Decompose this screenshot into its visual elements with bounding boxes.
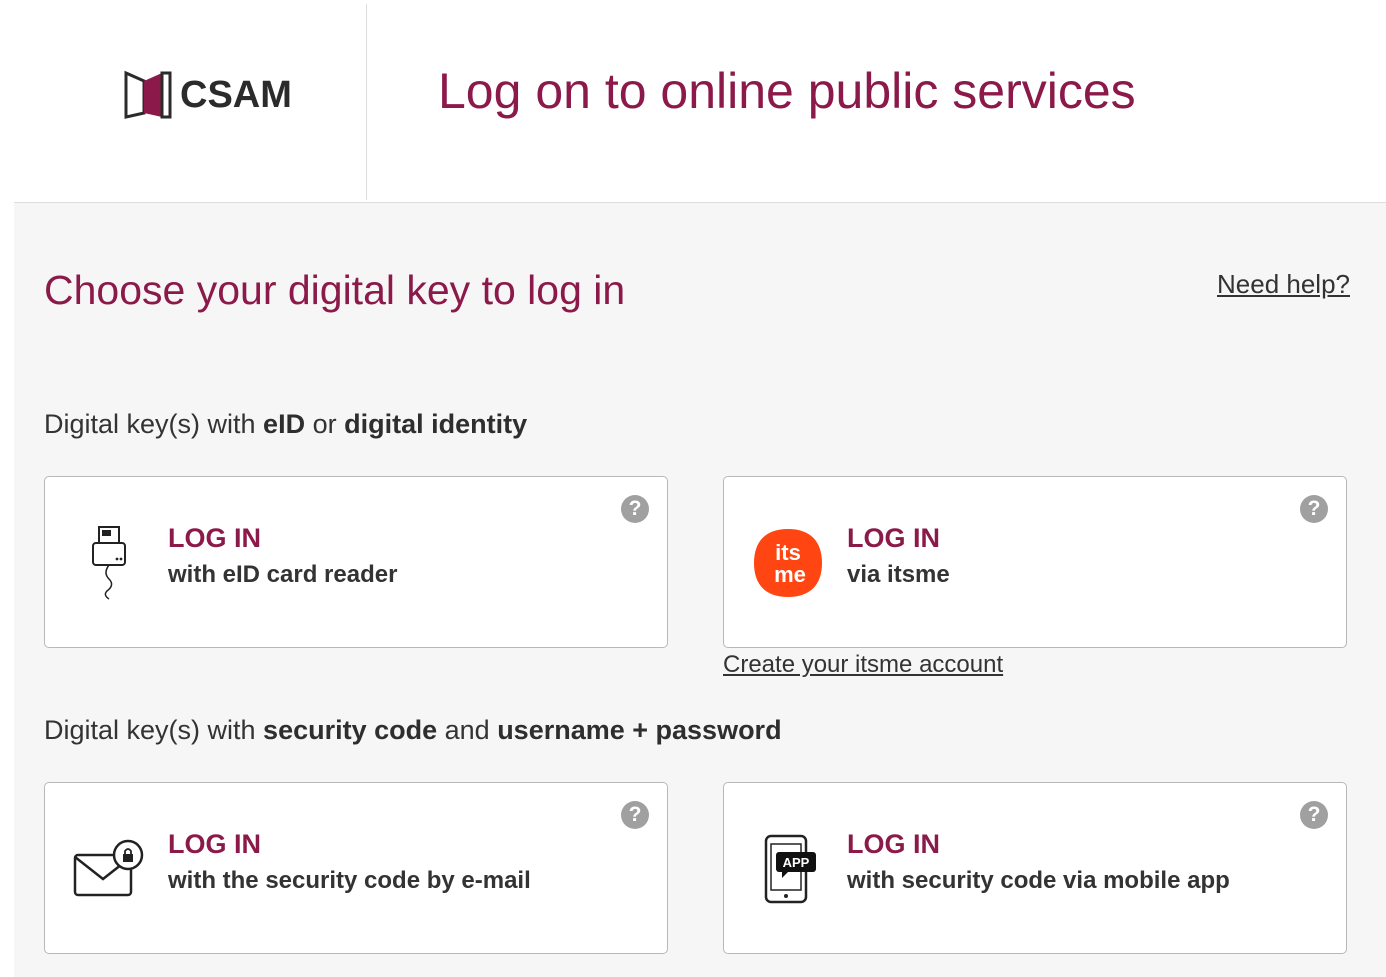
login-title: LOG IN <box>168 523 261 553</box>
help-icon[interactable]: ? <box>1300 495 1328 523</box>
section-label-bold: username + password <box>497 715 782 745</box>
eid-card-reader-icon <box>69 521 149 605</box>
section-label-text: or <box>305 409 345 439</box>
page-title: Log on to online public services <box>438 63 1136 119</box>
login-subtitle: with eID card reader <box>168 561 398 588</box>
login-subtitle: with the security code by e-mail <box>168 867 531 894</box>
login-mobile-app-card[interactable]: APP LOG IN with security code via mobile… <box>723 782 1347 954</box>
help-icon[interactable]: ? <box>621 495 649 523</box>
logo-text: CSAM <box>180 73 292 116</box>
main-content: Choose your digital key to log in Need h… <box>14 203 1386 977</box>
mobile-app-icon: APP <box>748 827 828 911</box>
app-badge-text: APP <box>783 855 810 870</box>
choose-key-heading: Choose your digital key to log in <box>44 267 626 313</box>
login-eid-card[interactable]: LOG IN with eID card reader ? <box>44 476 668 648</box>
help-icon[interactable]: ? <box>1300 801 1328 829</box>
section-label-text: Digital key(s) with <box>44 715 264 745</box>
email-lock-icon <box>69 827 149 911</box>
section-label-bold: eID <box>263 409 306 439</box>
csam-logo[interactable]: CSAM <box>122 70 292 120</box>
section-label-text: and <box>437 715 498 745</box>
login-subtitle: with security code via mobile app <box>847 867 1230 894</box>
csam-logo-icon <box>124 70 172 119</box>
login-itsme-card[interactable]: its me LOG IN via itsme ? <box>723 476 1347 648</box>
login-title: LOG IN <box>847 829 940 859</box>
logo-area: CSAM <box>14 4 367 200</box>
login-email-card[interactable]: LOG IN with the security code by e-mail … <box>44 782 668 954</box>
page-header: CSAM Log on to online public services <box>14 0 1386 203</box>
itsme-icon-text-bottom: me <box>774 562 806 587</box>
section-label-bold: digital identity <box>344 409 528 439</box>
create-itsme-account-link[interactable]: Create your itsme account <box>723 651 1003 679</box>
login-title: LOG IN <box>168 829 261 859</box>
itsme-icon: its me <box>748 521 828 605</box>
section-label-security-code: Digital key(s) with security code and us… <box>44 715 782 746</box>
section-label-text: Digital key(s) with <box>44 409 264 439</box>
section-label-bold: security code <box>263 715 438 745</box>
need-help-link[interactable]: Need help? <box>1217 269 1350 300</box>
login-title: LOG IN <box>847 523 940 553</box>
help-icon[interactable]: ? <box>621 801 649 829</box>
section-label-eid: Digital key(s) with eID or digital ident… <box>44 409 527 440</box>
login-subtitle: via itsme <box>847 561 950 588</box>
